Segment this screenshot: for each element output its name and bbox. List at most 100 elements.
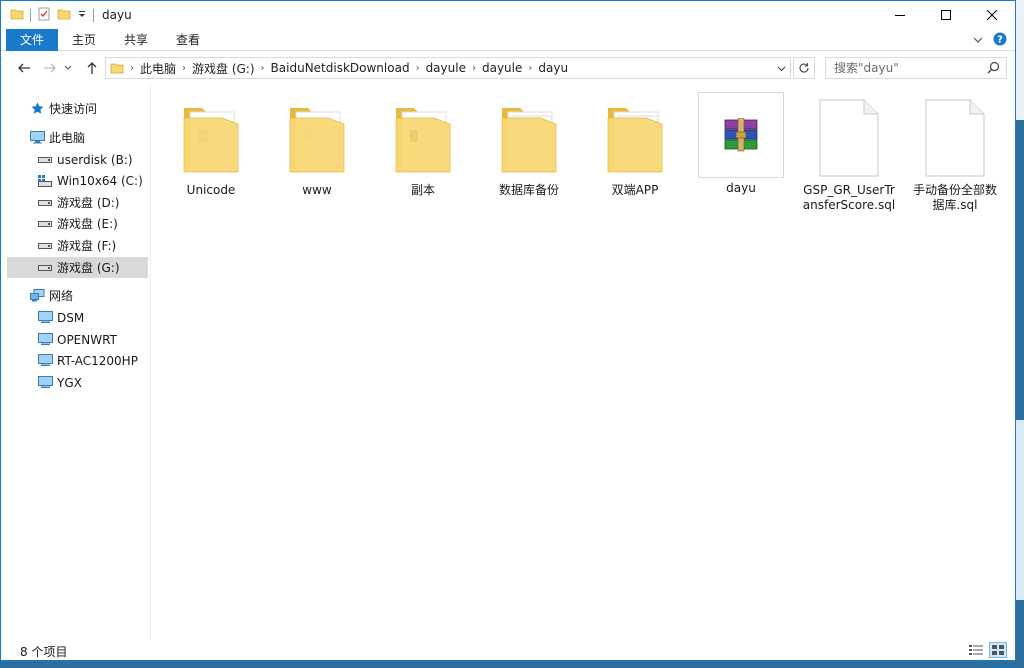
network-computer-icon [37,310,53,326]
file-name: 双端APP [611,183,659,197]
breadcrumb-item[interactable]: 游戏盘 (G:) [192,58,255,78]
sidebar-item-quick-access[interactable]: 快速访问 [7,98,148,119]
folder-icon [380,95,466,181]
system-drive-icon [37,173,53,189]
network-computer-icon [37,375,53,391]
computer-icon [29,130,45,146]
large-icons-view-button[interactable] [989,642,1007,658]
recent-locations-button[interactable] [61,57,75,79]
sidebar-item-label: 网络 [49,289,74,303]
close-button[interactable] [969,1,1015,29]
status-bar: 8 个项目 [1,641,1015,661]
drive-icon [37,216,53,232]
sidebar-item-label: 此电脑 [49,131,86,145]
file-name: www [302,183,332,197]
sidebar-item-this-pc[interactable]: 此电脑 [7,127,148,148]
drive-icon [37,238,53,254]
maximize-button[interactable] [923,1,969,29]
file-name: Unicode [186,183,236,197]
star-icon [29,101,45,117]
file-item[interactable]: dayu [694,92,788,196]
help-icon[interactable]: ? [993,32,1007,49]
sidebar-item-drive-f[interactable]: 游戏盘 (F:) [7,235,148,256]
sidebar-item-drive-c[interactable]: Win10x64 (C:) [7,170,148,191]
breadcrumb-item[interactable]: 此电脑 [140,58,176,78]
tab-home[interactable]: 主页 [58,29,110,51]
chevron-right-icon[interactable]: › [528,63,532,74]
view-switcher [967,642,1007,658]
sidebar-item-openwrt[interactable]: OPENWRT [7,329,148,350]
window-title: dayu [102,8,132,22]
new-folder-icon[interactable] [57,7,71,24]
sidebar-item-label: 游戏盘 (G:) [57,261,120,275]
file-item[interactable]: GSP_GR_UserTransferScore.sql [802,95,896,213]
address-history-button[interactable] [772,58,790,78]
details-view-button[interactable] [967,642,985,658]
sidebar-item-drive-e[interactable]: 游戏盘 (E:) [7,213,148,234]
explorer-window: dayu 文件 主页 共享 查看 ? › 此电脑 › 游戏盘 (G:) › Ba… [0,0,1016,661]
file-item[interactable]: 双端APP [588,95,682,198]
breadcrumb-item[interactable]: dayule [426,58,466,78]
sidebar-item-label: 快速访问 [49,102,98,116]
sidebar-item-drive-g[interactable]: 游戏盘 (G:) [7,257,148,278]
refresh-button[interactable] [793,57,815,79]
chevron-right-icon[interactable]: › [182,63,186,74]
breadcrumb-item[interactable]: BaiduNetdiskDownload [271,58,410,78]
navigation-bar: › 此电脑 › 游戏盘 (G:) › BaiduNetdiskDownload … [1,53,1015,83]
tab-share[interactable]: 共享 [110,29,162,51]
file-item[interactable]: 数据库备份 [482,95,576,198]
properties-icon[interactable] [37,7,51,24]
customize-toolbar-icon[interactable] [77,8,87,22]
tab-view[interactable]: 查看 [162,29,214,51]
background-window-edge [1016,0,1024,120]
up-button[interactable] [81,57,103,79]
drive-icon [37,260,53,276]
breadcrumb-item[interactable]: dayule [482,58,522,78]
expand-ribbon-icon[interactable] [973,34,983,48]
search-input[interactable] [834,61,984,75]
minimize-button[interactable] [877,1,923,29]
drive-icon [37,152,53,168]
search-icon[interactable] [987,61,1000,77]
chevron-right-icon[interactable]: › [261,63,265,74]
forward-button[interactable] [39,57,61,79]
address-bar[interactable]: › 此电脑 › 游戏盘 (G:) › BaiduNetdiskDownload … [105,57,791,79]
sidebar-item-drive-d[interactable]: 游戏盘 (D:) [7,192,148,213]
sidebar-item-dsm[interactable]: DSM [7,307,148,328]
file-item[interactable]: Unicode [164,95,258,198]
chevron-right-icon[interactable]: › [130,63,134,74]
sidebar-item-label: 游戏盘 (D:) [57,196,120,210]
file-item[interactable]: 手动备份全部数据库.sql [908,95,1002,213]
sidebar-item-label: DSM [57,310,85,325]
sidebar-item-label: 游戏盘 (E:) [57,217,118,231]
refresh-icon [799,63,809,73]
desktop-background [1016,0,1024,668]
breadcrumb-item[interactable]: dayu [538,58,568,78]
chevron-right-icon[interactable]: › [416,63,420,74]
sidebar-item-drive-b[interactable]: userdisk (B:) [7,149,148,170]
file-item[interactable]: 副本 [376,95,470,198]
file-name: dayu [726,181,756,195]
forward-arrow-icon [44,63,56,73]
file-item[interactable]: www [270,95,364,198]
tab-file[interactable]: 文件 [6,28,59,51]
sidebar-item-label: YGX [57,375,82,390]
back-button[interactable] [13,57,35,79]
folder-icon [592,95,678,181]
ribbon-tabs: 文件 主页 共享 查看 ? [1,28,1015,51]
ribbon-right-controls: ? [973,32,1007,49]
folder-icon [486,95,572,181]
document-icon [806,95,892,181]
maximize-icon [941,10,951,20]
back-arrow-icon [18,63,30,73]
file-name: 数据库备份 [498,183,559,197]
search-box[interactable] [825,57,1007,79]
sidebar-item-rt-ac1200hp[interactable]: RT-AC1200HP [7,350,148,371]
file-name: 手动备份全部数据库.sql [912,183,997,212]
sidebar-item-ygx[interactable]: YGX [7,372,148,393]
window-controls [877,1,1015,29]
background-window-edge [1016,420,1024,600]
chevron-right-icon[interactable]: › [472,63,476,74]
sidebar-item-network[interactable]: 网络 [7,285,148,306]
network-computer-icon [37,332,53,348]
